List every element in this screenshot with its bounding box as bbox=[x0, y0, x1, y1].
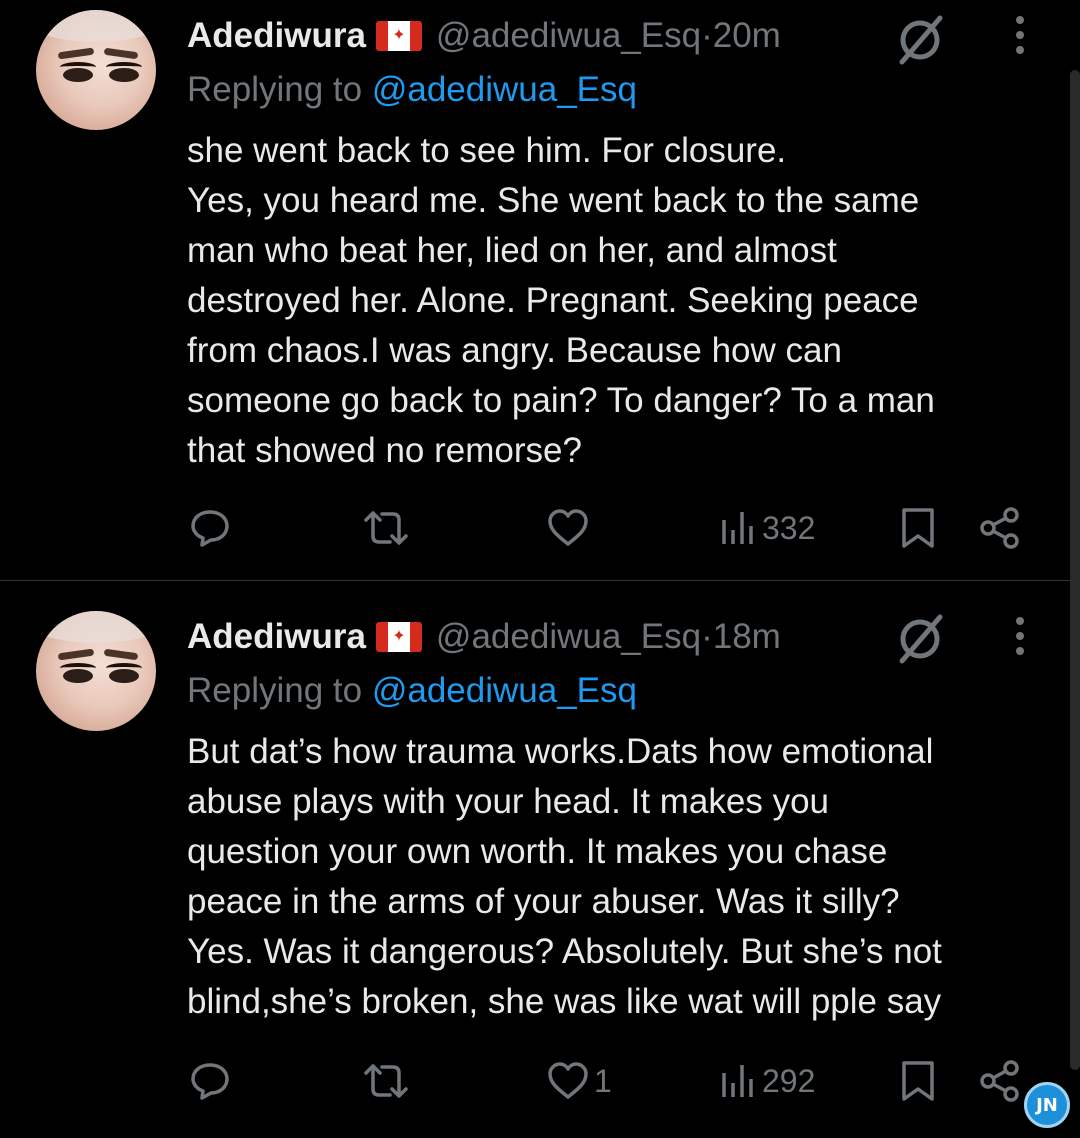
timestamp[interactable]: 20m bbox=[713, 16, 781, 56]
views-icon bbox=[722, 512, 753, 544]
tweet-text-line: someone go back to pain? To danger? To a… bbox=[187, 381, 935, 420]
avatar-eye bbox=[109, 68, 139, 82]
like-button[interactable]: 1 bbox=[546, 1051, 612, 1111]
view-count: 332 bbox=[762, 509, 816, 546]
like-count: 1 bbox=[594, 1062, 612, 1099]
bookmark-icon bbox=[902, 508, 934, 548]
views-icon bbox=[722, 1065, 753, 1097]
views-button[interactable]: 332 bbox=[718, 498, 815, 558]
grok-icon[interactable] bbox=[890, 611, 950, 665]
avatar-brow bbox=[57, 648, 95, 661]
tweet-text: she went back to see him. For closure. Y… bbox=[187, 126, 1047, 476]
separator-dot: · bbox=[701, 16, 713, 55]
views-button[interactable]: 292 bbox=[718, 1051, 815, 1111]
replying-label: Replying to bbox=[187, 671, 363, 710]
tweet-text-line: Yes. Was it dangerous? Absolutely. But s… bbox=[187, 932, 942, 971]
tweet-text-line: But dat’s how trauma works.Dats how emot… bbox=[187, 732, 934, 771]
tweet[interactable]: Adediwura ✦ @adediwua_Esq · 18m Replying… bbox=[0, 581, 1080, 1138]
display-name[interactable]: Adediwura bbox=[187, 617, 366, 657]
avatar[interactable] bbox=[36, 611, 156, 731]
bookmark-icon bbox=[902, 1061, 934, 1101]
canada-flag-icon: ✦ bbox=[375, 21, 422, 51]
tweet-text-line: question your own worth. It makes you ch… bbox=[187, 832, 888, 871]
tweet-text-line: abuse plays with your head. It makes you bbox=[187, 782, 830, 821]
tweet-text-line: Yes, you heard me. She went back to the … bbox=[187, 181, 920, 220]
retweet-button[interactable] bbox=[358, 1051, 414, 1111]
more-icon[interactable] bbox=[1008, 14, 1032, 58]
user-handle[interactable]: @adediwua_Esq bbox=[436, 16, 701, 56]
retweet-button[interactable] bbox=[358, 498, 414, 558]
avatar-hair bbox=[36, 611, 156, 643]
reply-button[interactable] bbox=[188, 498, 232, 558]
replying-mention-link[interactable]: @adediwua_Esq bbox=[372, 70, 637, 109]
replying-to: Replying to @adediwua_Esq bbox=[187, 70, 637, 110]
avatar-eye bbox=[63, 68, 93, 82]
watermark-logo: JN bbox=[1024, 1082, 1070, 1128]
tweet-text-line: destroyed her. Alone. Pregnant. Seeking … bbox=[187, 281, 919, 320]
avatar-brow bbox=[57, 47, 95, 60]
avatar-eye bbox=[63, 669, 93, 683]
heart-icon bbox=[548, 509, 588, 546]
action-bar: 332 bbox=[0, 498, 1080, 558]
retweet-icon bbox=[364, 511, 408, 545]
tweet-text: But dat’s how trauma works.Dats how emot… bbox=[187, 727, 1047, 1027]
grok-icon[interactable] bbox=[890, 12, 950, 66]
view-count: 292 bbox=[762, 1062, 816, 1099]
like-button[interactable] bbox=[546, 498, 594, 558]
user-handle[interactable]: @adediwua_Esq bbox=[436, 617, 701, 657]
scrollbar[interactable] bbox=[1070, 70, 1080, 1070]
tweet-text-line: peace in the arms of your abuser. Was it… bbox=[187, 882, 900, 921]
replying-mention-link[interactable]: @adediwua_Esq bbox=[372, 671, 637, 710]
more-icon[interactable] bbox=[1008, 615, 1032, 659]
action-bar: 1 292 bbox=[0, 1051, 1080, 1111]
replying-label: Replying to bbox=[187, 70, 363, 109]
bookmark-button[interactable] bbox=[898, 498, 938, 558]
tweet-text-line: that showed no remorse? bbox=[187, 431, 582, 470]
display-name[interactable]: Adediwura bbox=[187, 16, 366, 56]
avatar-hair bbox=[36, 10, 156, 42]
avatar[interactable] bbox=[36, 10, 156, 130]
replying-to: Replying to @adediwua_Esq bbox=[187, 671, 637, 711]
tweet-text-line: blind,she’s broken, she was like wat wil… bbox=[187, 982, 942, 1021]
canada-flag-icon: ✦ bbox=[375, 622, 422, 652]
reply-button[interactable] bbox=[188, 1051, 232, 1111]
heart-icon bbox=[548, 1062, 588, 1099]
avatar-brow bbox=[103, 648, 139, 661]
avatar-eye bbox=[109, 669, 139, 683]
share-button[interactable] bbox=[978, 1051, 1022, 1111]
tweet-header: Adediwura ✦ @adediwua_Esq · 18m bbox=[187, 613, 781, 661]
reply-icon bbox=[191, 1063, 229, 1100]
timestamp[interactable]: 18m bbox=[713, 617, 781, 657]
reply-icon bbox=[191, 510, 229, 547]
avatar-brow bbox=[103, 47, 139, 60]
tweet-text-line: from chaos.I was angry. Because how can bbox=[187, 331, 842, 370]
tweet[interactable]: Adediwura ✦ @adediwua_Esq · 20m Replying… bbox=[0, 0, 1080, 580]
tweet-text-line: man who beat her, lied on her, and almos… bbox=[187, 231, 837, 270]
share-button[interactable] bbox=[978, 498, 1022, 558]
retweet-icon bbox=[364, 1064, 408, 1098]
bookmark-button[interactable] bbox=[898, 1051, 938, 1111]
share-icon bbox=[980, 507, 1019, 549]
share-icon bbox=[980, 1060, 1019, 1102]
tweet-text-line: she went back to see him. For closure. bbox=[187, 131, 787, 170]
separator-dot: · bbox=[701, 617, 713, 656]
tweet-header: Adediwura ✦ @adediwua_Esq · 20m bbox=[187, 12, 781, 60]
